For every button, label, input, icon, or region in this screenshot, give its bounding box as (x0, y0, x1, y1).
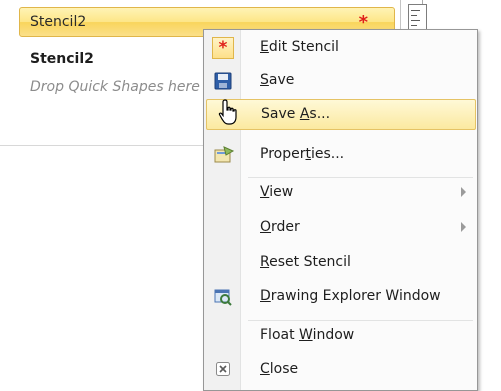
quick-shapes-hint: Drop Quick Shapes here (30, 79, 200, 95)
menu-item-label: Properties... (260, 146, 345, 162)
menu-item-properties[interactable]: Properties... (206, 140, 476, 171)
menu-item-drawing-explorer[interactable]: Drawing Explorer Window (206, 282, 476, 313)
menu-item-label: Float Window (260, 327, 355, 343)
menu-item-order[interactable]: Order (206, 213, 476, 244)
close-icon (214, 361, 232, 379)
stencil-title: Stencil2 (30, 14, 87, 30)
drawing-explorer-icon (214, 288, 232, 306)
menu-item-reset-stencil[interactable]: Reset Stencil (206, 248, 476, 279)
menu-item-save[interactable]: Save (206, 66, 476, 97)
ruler-icon[interactable] (408, 4, 427, 32)
menu-item-view[interactable]: View (206, 178, 476, 209)
submenu-arrow-icon (461, 222, 466, 232)
properties-icon (214, 146, 235, 164)
menu-item-label: Order (260, 219, 300, 235)
menu-item-save-as[interactable]: Save As... (206, 99, 476, 130)
visio-stencil-area: Stencil2 * Stencil2 Drop Quick Shapes he… (0, 0, 501, 391)
hand-cursor-icon (218, 99, 237, 125)
menu-item-label: Edit Stencil (260, 39, 339, 55)
menu-item-label: Save (260, 72, 295, 88)
menu-item-label: Close (260, 361, 299, 377)
submenu-arrow-icon (461, 187, 466, 197)
menu-item-float-window[interactable]: Float Window (206, 321, 476, 352)
menu-item-label: Reset Stencil (260, 254, 351, 270)
menu-item-label: View (260, 184, 294, 200)
stencil-context-menu: * Edit Stencil Save Save As... Propertie… (203, 29, 478, 391)
menu-item-label: Save As... (261, 106, 331, 122)
menu-item-label: Drawing Explorer Window (260, 288, 441, 304)
menu-item-close[interactable]: Close (206, 355, 476, 386)
menu-item-edit-stencil[interactable]: * Edit Stencil (206, 33, 476, 64)
red-star-icon: * (212, 37, 234, 59)
stencil-name: Stencil2 (30, 51, 94, 67)
floppy-save-icon (214, 72, 232, 90)
